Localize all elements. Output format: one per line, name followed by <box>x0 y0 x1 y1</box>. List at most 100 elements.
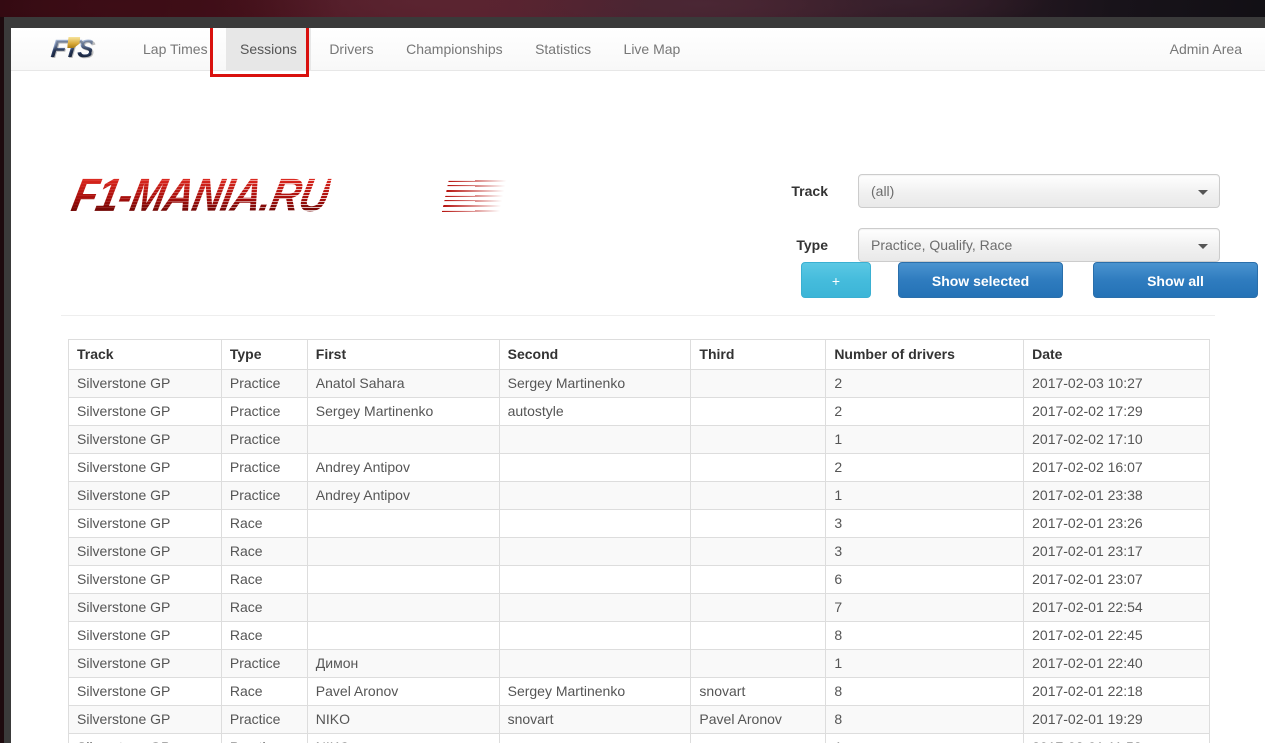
nav-links: Lap Times Sessions Drivers Championships… <box>129 28 694 71</box>
cell-type: Race <box>220 593 308 622</box>
table-row[interactable]: Silverstone GP Practice Andrey Antipov 1 201… <box>68 481 1210 510</box>
cell-number-of-drivers: 1 <box>825 481 1025 510</box>
cell-date: 2017-02-02 17:10 <box>1023 425 1210 454</box>
add-button[interactable]: + <box>801 262 871 298</box>
cell-second <box>498 509 692 538</box>
cell-type: Practice <box>220 453 308 482</box>
cell-second: autostyle <box>498 397 692 426</box>
cell-second <box>498 425 692 454</box>
table-row[interactable]: Silverstone GP Race 3 2017-02-01 23:26 <box>68 509 1210 538</box>
track-select[interactable]: (all) <box>858 174 1220 208</box>
site-logo: F1-MANIA.RU <box>68 169 507 221</box>
cell-type: Race <box>220 509 308 538</box>
cell-first: Димон <box>306 649 500 678</box>
column-header-type[interactable]: Type <box>220 339 308 370</box>
site-logo-text: F1-MANIA.RU <box>67 168 335 222</box>
table-header-row: Track Type First Second Third Number of … <box>68 339 1210 370</box>
cell-number-of-drivers: 8 <box>825 677 1025 706</box>
column-header-second[interactable]: Second <box>498 339 692 370</box>
cell-track: Silverstone GP <box>68 621 222 650</box>
table-row[interactable]: Silverstone GP Practice Andrey Antipov 2 201… <box>68 453 1210 482</box>
table-row[interactable]: Silverstone GP Race 6 2017-02-01 23:07 <box>68 565 1210 594</box>
table-row[interactable]: Silverstone GP Practice 1 2017-02-02 17:10 <box>68 425 1210 454</box>
nav-item-admin-area[interactable]: Admin Area <box>1156 28 1256 71</box>
cell-number-of-drivers: 3 <box>825 509 1025 538</box>
nav-item-lap-times[interactable]: Lap Times <box>129 28 222 71</box>
cell-date: 2017-02-01 22:18 <box>1023 677 1210 706</box>
cell-type: Practice <box>220 733 308 743</box>
table-row[interactable]: Silverstone GP Race 7 2017-02-01 22:54 <box>68 593 1210 622</box>
nav-right-group: Admin Area <box>1156 28 1256 71</box>
table-row[interactable]: Silverstone GP Practice Anatol Sahara Serge… <box>68 369 1210 398</box>
cell-type: Practice <box>220 649 308 678</box>
nav-item-drivers[interactable]: Drivers <box>315 28 387 71</box>
nav-item-sessions[interactable]: Sessions <box>226 28 311 71</box>
table-head: Track Type First Second Third Number of … <box>68 339 1210 370</box>
cell-date: 2017-02-03 10:27 <box>1023 369 1210 398</box>
table-body: Silverstone GP Practice Anatol Sahara Serge… <box>68 369 1210 743</box>
show-selected-button[interactable]: Show selected <box>898 262 1063 298</box>
column-header-third[interactable]: Third <box>690 339 827 370</box>
cell-number-of-drivers: 1 <box>825 649 1025 678</box>
chevron-down-icon <box>1198 190 1208 195</box>
cell-number-of-drivers: 2 <box>825 369 1025 398</box>
table-row[interactable]: Silverstone GP Practice Димон 1 2017-02-01 2… <box>68 649 1210 678</box>
cell-number-of-drivers: 6 <box>825 565 1025 594</box>
cell-date: 2017-02-01 23:26 <box>1023 509 1210 538</box>
table-row[interactable]: Silverstone GP Race Pavel Aronov Sergey Mar… <box>68 677 1210 706</box>
cell-number-of-drivers: 2 <box>825 397 1025 426</box>
cell-type: Race <box>220 537 308 566</box>
cell-track: Silverstone GP <box>68 453 222 482</box>
nav-item-live-map[interactable]: Live Map <box>610 28 695 71</box>
cell-third <box>690 397 827 426</box>
header-row: F1-MANIA.RU Track (all) Type Practice, Q… <box>50 71 1258 298</box>
page-surface: FTS Lap Times Sessions Drivers Champions… <box>11 28 1265 743</box>
fts-logo-icon: FTS <box>49 35 95 63</box>
cell-third <box>690 369 827 398</box>
cell-second <box>498 649 692 678</box>
cell-type: Race <box>220 621 308 650</box>
table-row[interactable]: Silverstone GP Race 3 2017-02-01 23:17 <box>68 537 1210 566</box>
nav-item-statistics[interactable]: Statistics <box>521 28 605 71</box>
type-select-value: Practice, Qualify, Race <box>871 237 1013 253</box>
cell-first <box>306 593 500 622</box>
cell-second: Sergey Martinenko <box>498 369 692 398</box>
brand-logo-link[interactable]: FTS <box>29 29 115 70</box>
table-row[interactable]: Silverstone GP Practice NIKO snovart Pavel A… <box>68 705 1210 734</box>
column-header-first[interactable]: First <box>306 339 500 370</box>
cell-second <box>498 481 692 510</box>
cell-third <box>690 537 827 566</box>
cell-third <box>690 593 827 622</box>
cell-track: Silverstone GP <box>68 397 222 426</box>
cell-track: Silverstone GP <box>68 537 222 566</box>
cell-type: Practice <box>220 481 308 510</box>
cell-second <box>498 565 692 594</box>
type-field-row: Type Practice, Qualify, Race <box>690 228 1224 262</box>
cell-date: 2017-02-01 22:54 <box>1023 593 1210 622</box>
cell-third <box>690 425 827 454</box>
cell-track: Silverstone GP <box>68 425 222 454</box>
column-header-date[interactable]: Date <box>1023 339 1210 370</box>
window-frame-top <box>0 17 1265 28</box>
table-row[interactable]: Silverstone GP Practice Sergey Martinenko a… <box>68 397 1210 426</box>
show-all-button[interactable]: Show all <box>1093 262 1258 298</box>
cell-date: 2017-02-02 17:29 <box>1023 397 1210 426</box>
column-header-track[interactable]: Track <box>68 339 222 370</box>
cell-date: 2017-02-01 22:45 <box>1023 621 1210 650</box>
cell-type: Practice <box>220 369 308 398</box>
cell-number-of-drivers: 1 <box>825 425 1025 454</box>
cell-first: Anatol Sahara <box>306 369 500 398</box>
cell-third <box>690 509 827 538</box>
cell-number-of-drivers: 7 <box>825 593 1025 622</box>
cell-type: Race <box>220 677 308 706</box>
cell-number-of-drivers: 1 <box>825 733 1025 743</box>
table-row[interactable]: Silverstone GP Race 8 2017-02-01 22:45 <box>68 621 1210 650</box>
nav-item-championships[interactable]: Championships <box>392 28 517 71</box>
cell-date: 2017-02-01 23:38 <box>1023 481 1210 510</box>
column-header-number-of-drivers[interactable]: Number of drivers <box>825 339 1025 370</box>
cell-second <box>498 621 692 650</box>
type-select[interactable]: Practice, Qualify, Race <box>858 228 1220 262</box>
cell-second <box>498 733 692 743</box>
table-row[interactable]: Silverstone GPPracticeNIKO 12017-02-01 11… <box>68 733 1210 743</box>
cell-third <box>690 649 827 678</box>
